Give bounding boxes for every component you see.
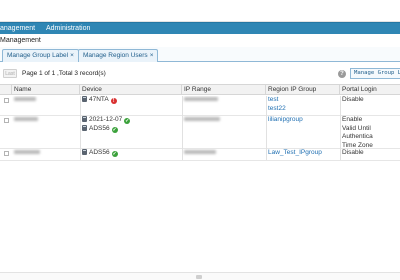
- tab-label: Manage Region Users: [83, 52, 148, 59]
- ip-range-cell: [182, 149, 266, 158]
- device-name: 2021-12-07: [89, 116, 123, 123]
- main-nav-bar: anagement Administration: [0, 22, 400, 34]
- ok-status-icon: ✓: [111, 126, 118, 133]
- tab-manage-group-label[interactable]: Manage Group Label ×: [2, 49, 79, 62]
- device-icon: [82, 96, 87, 102]
- region-ip-group-link[interactable]: Law_Test_IPgroup: [268, 149, 340, 158]
- device-entry: ADS56 ✓: [82, 149, 182, 158]
- last-page-button[interactable]: Last: [3, 69, 17, 78]
- manage-group-label-button[interactable]: Manage Group Label: [350, 68, 400, 79]
- region-ip-group-cell: Law_Test_IPgroup: [266, 149, 340, 158]
- region-ip-group-link[interactable]: lilianipgroup: [268, 116, 340, 125]
- portal-login-status: Disable: [342, 96, 364, 103]
- row-divider: [0, 160, 400, 161]
- portal-login-status: Disable: [342, 149, 364, 156]
- close-icon[interactable]: ×: [150, 52, 154, 59]
- help-icon[interactable]: ?: [338, 70, 346, 78]
- breadcrumb: Management: [0, 37, 41, 44]
- device-cell: ADS56 ✓: [80, 149, 182, 158]
- region-ip-group-link[interactable]: test22: [268, 105, 340, 114]
- redacted-name: [14, 150, 40, 155]
- column-header-portal-login[interactable]: Portal Login: [340, 85, 400, 95]
- portal-valid-until: Valid Until: [342, 124, 371, 132]
- device-entry: 2021-12-07 ✓: [82, 116, 182, 125]
- portal-login-cell: Enable Valid Until Authentica Time Zone: [340, 116, 400, 150]
- column-header-device[interactable]: Device: [80, 85, 182, 95]
- column-divider: [266, 96, 267, 160]
- device-name: 47NTA: [89, 96, 109, 103]
- row-checkbox[interactable]: [4, 98, 9, 103]
- nav-item-administration[interactable]: Administration: [46, 23, 90, 35]
- column-divider: [340, 96, 341, 160]
- close-icon[interactable]: ×: [70, 52, 74, 59]
- error-status-icon: !: [110, 98, 117, 104]
- portal-login-cell: Disable: [340, 149, 400, 158]
- row-checkbox[interactable]: [4, 118, 9, 123]
- redacted-name: [14, 97, 36, 102]
- device-icon: [82, 124, 87, 131]
- device-name: ADS56: [89, 124, 110, 132]
- region-ip-group-link[interactable]: test: [268, 96, 340, 105]
- tab-bar: Manage Group Label × Manage Region Users ×: [0, 47, 400, 62]
- device-entry: 47NTA!: [82, 96, 182, 105]
- row-name: [12, 116, 80, 125]
- column-header-name[interactable]: Name: [12, 85, 80, 95]
- ok-status-icon: ✓: [111, 151, 118, 157]
- device-entry: ADS56 ✓: [82, 124, 182, 134]
- device-name: ADS56: [89, 149, 110, 156]
- ok-status-icon: ✓: [124, 118, 131, 124]
- row-name: [12, 149, 80, 158]
- redacted-ip-range: [184, 150, 216, 155]
- portal-login-status: Enable: [342, 116, 363, 123]
- page-info: Page 1 of 1 ,Total 3 record(s): [22, 70, 106, 77]
- region-ip-group-cell: lilianipgroup: [266, 116, 340, 125]
- device-cell: 47NTA!: [80, 96, 182, 105]
- pagination-toolbar: Last Page 1 of 1 ,Total 3 record(s) ? Ma…: [0, 67, 400, 81]
- column-header-region-ip-group[interactable]: Region IP Group: [266, 85, 340, 95]
- select-all-header[interactable]: [0, 85, 12, 95]
- redacted-ip-range: [184, 97, 218, 102]
- top-strip: [0, 0, 400, 22]
- device-cell: 2021-12-07 ✓ ADS56 ✓: [80, 116, 182, 133]
- tab-manage-region-users[interactable]: Manage Region Users ×: [78, 49, 159, 62]
- column-header-ip-range[interactable]: IP Range: [182, 85, 266, 95]
- region-users-table: Name Device IP Range Region IP Group Por…: [0, 84, 400, 161]
- ip-range-cell: [182, 116, 266, 125]
- portal-login-cell: Disable: [340, 96, 400, 105]
- device-icon: [82, 116, 87, 122]
- nav-item-management[interactable]: anagement: [0, 23, 35, 35]
- region-ip-group-cell: test test22: [266, 96, 340, 113]
- column-divider: [80, 96, 81, 160]
- redacted-name: [14, 117, 38, 122]
- horizontal-scrollbar[interactable]: [0, 272, 400, 280]
- device-icon: [82, 149, 87, 155]
- scrollbar-thumb[interactable]: [196, 275, 202, 279]
- ip-range-cell: [182, 96, 266, 105]
- row-checkbox[interactable]: [4, 151, 9, 156]
- column-divider: [182, 96, 183, 160]
- redacted-ip-range: [184, 117, 220, 122]
- row-name: [12, 96, 80, 105]
- portal-authentication: Authentica: [342, 133, 373, 140]
- tab-label: Manage Group Label: [7, 52, 69, 59]
